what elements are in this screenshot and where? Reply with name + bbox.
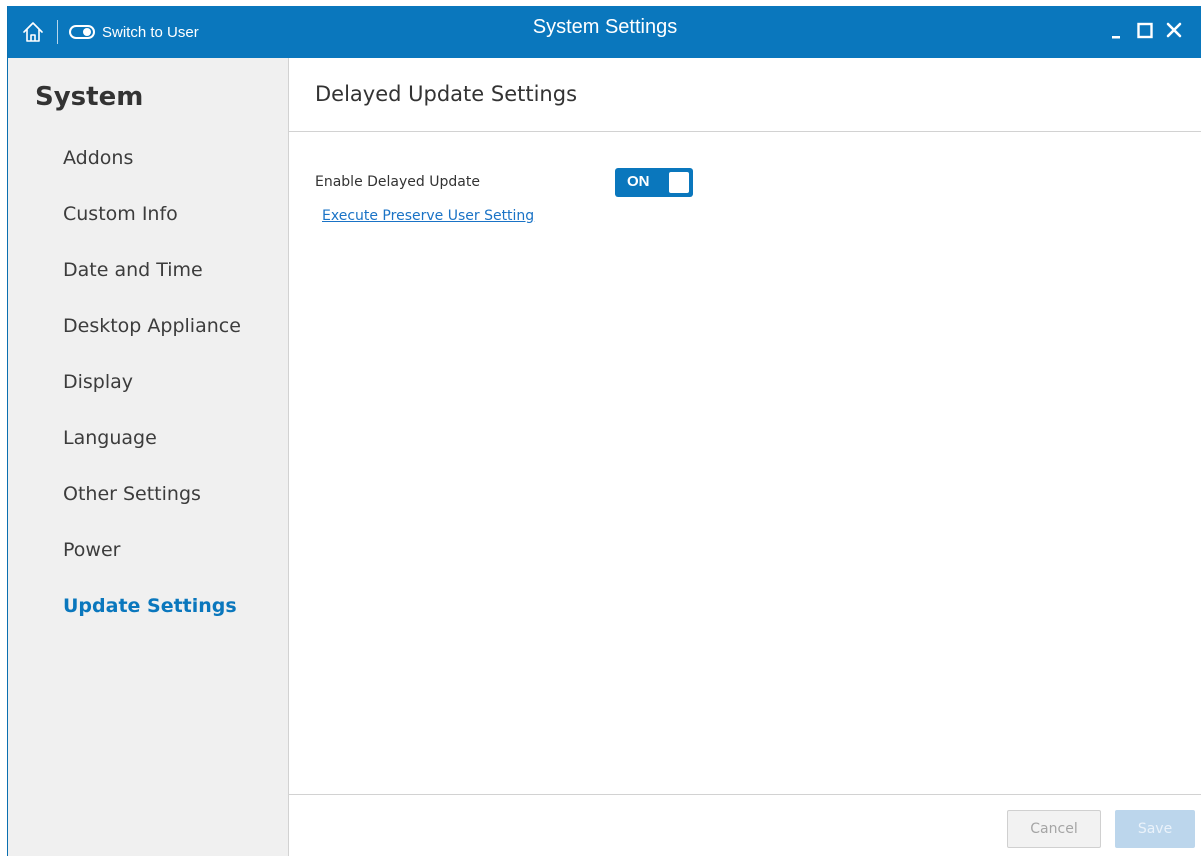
sidebar-item-update-settings[interactable]: Update Settings (63, 586, 237, 626)
minimize-button[interactable] (1104, 15, 1130, 45)
close-icon (1166, 22, 1182, 38)
switch-to-user-button[interactable]: Switch to User (69, 20, 199, 44)
title-separator (57, 20, 58, 44)
toggle-icon (69, 25, 95, 39)
enable-delayed-update-label: Enable Delayed Update (315, 174, 480, 190)
sidebar-item-desktop-appliance[interactable]: Desktop Appliance (63, 306, 241, 346)
sidebar-title: System (35, 82, 144, 112)
main-panel: Delayed Update Settings Enable Delayed U… (289, 58, 1201, 856)
home-button[interactable] (20, 19, 46, 45)
save-button[interactable]: Save (1115, 810, 1195, 848)
maximize-button[interactable] (1132, 15, 1158, 45)
sidebar-item-language[interactable]: Language (63, 418, 157, 458)
cancel-button[interactable]: Cancel (1007, 810, 1101, 848)
toggle-state-text: ON (627, 173, 650, 190)
execute-preserve-user-setting-link[interactable]: Execute Preserve User Setting (322, 208, 534, 224)
footer-divider (289, 794, 1201, 795)
sidebar: System Addons Custom Info Date and Time … (8, 58, 289, 856)
sidebar-item-custom-info[interactable]: Custom Info (63, 194, 178, 234)
minimize-icon (1112, 36, 1120, 39)
home-icon (23, 22, 43, 42)
sidebar-item-date-and-time[interactable]: Date and Time (63, 250, 203, 290)
switch-to-user-label: Switch to User (102, 23, 199, 41)
sidebar-item-power[interactable]: Power (63, 530, 120, 570)
sidebar-item-other-settings[interactable]: Other Settings (63, 474, 201, 514)
maximize-icon (1137, 22, 1153, 39)
title-bar: Switch to User System Settings (8, 6, 1201, 58)
enable-delayed-update-toggle[interactable]: ON (615, 168, 693, 197)
close-button[interactable] (1161, 15, 1187, 45)
toggle-knob (669, 172, 689, 193)
sidebar-item-addons[interactable]: Addons (63, 138, 133, 178)
sidebar-item-display[interactable]: Display (63, 362, 133, 402)
page-title: Delayed Update Settings (315, 82, 578, 106)
header-divider (289, 131, 1201, 132)
system-settings-window: Switch to User System Settings System Ad… (7, 6, 1201, 856)
